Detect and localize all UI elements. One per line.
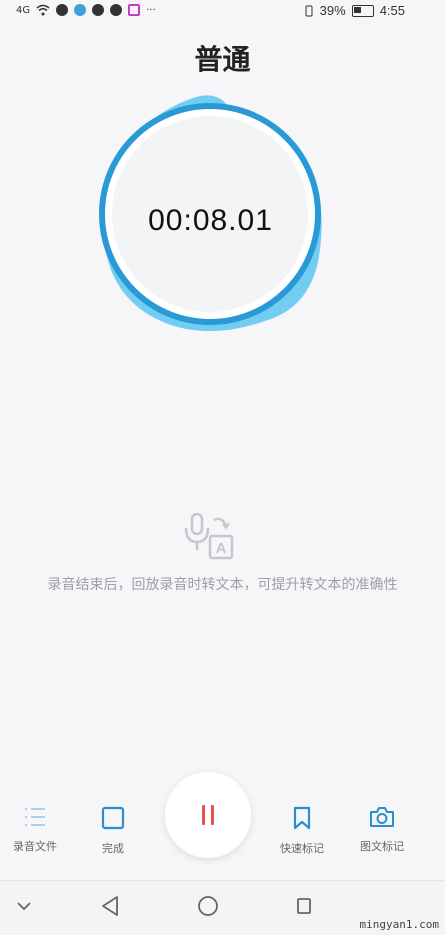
recording-timer: 00:08.01 [98,92,323,337]
app-icon [128,4,141,16]
status-right: 39% 4:55 [304,3,405,18]
battery-percent: 39% [319,3,346,18]
photo-mark-label: 图文标记 [360,840,404,853]
vibrate-icon [305,5,313,16]
bookmark-icon [293,806,311,830]
speech-to-text-icon: A [184,512,234,560]
pause-icon [211,805,214,825]
quick-mark-button[interactable]: 快速标记 [267,806,337,856]
signal-icon: 4G [16,4,31,16]
recent-apps-icon[interactable] [296,897,312,915]
chevron-down-icon[interactable] [15,897,33,915]
pause-button[interactable] [165,772,251,858]
recordings-list-label: 录音文件 [13,840,57,853]
status-bar: 4G ··· 39% 4:55 [0,0,445,24]
quick-mark-label: 快速标记 [280,842,324,855]
wifi-icon [36,4,50,16]
pause-icon [202,805,205,825]
back-icon[interactable] [100,895,120,917]
clock: 4:55 [379,3,405,18]
system-nav-bar: mingyan1.com [0,880,445,935]
hint-text: 录音结束后，回放录音时转文本，可提升转文本的准确性 [47,577,398,593]
stop-square-icon [101,806,125,830]
app-icon [74,4,87,16]
done-button[interactable]: 完成 [78,806,148,856]
app-icon [56,4,69,16]
watermark-text: mingyan1.com [359,918,439,931]
app-icon [92,4,105,16]
page-title: 普通 [194,43,251,76]
status-left: 4G ··· [16,4,156,16]
photo-mark-button[interactable]: 图文标记 [347,806,417,854]
done-label: 完成 [102,842,124,855]
more-notifications-icon: ··· [146,4,156,16]
home-icon[interactable] [197,895,219,917]
camera-icon [370,807,394,827]
app-icon [110,4,123,16]
list-icon [25,808,45,826]
elapsed-time: 00:08.01 [148,204,273,237]
svg-text:A: A [216,540,227,557]
recordings-list-button[interactable]: 录音文件 [0,806,70,854]
battery-icon [351,4,374,17]
